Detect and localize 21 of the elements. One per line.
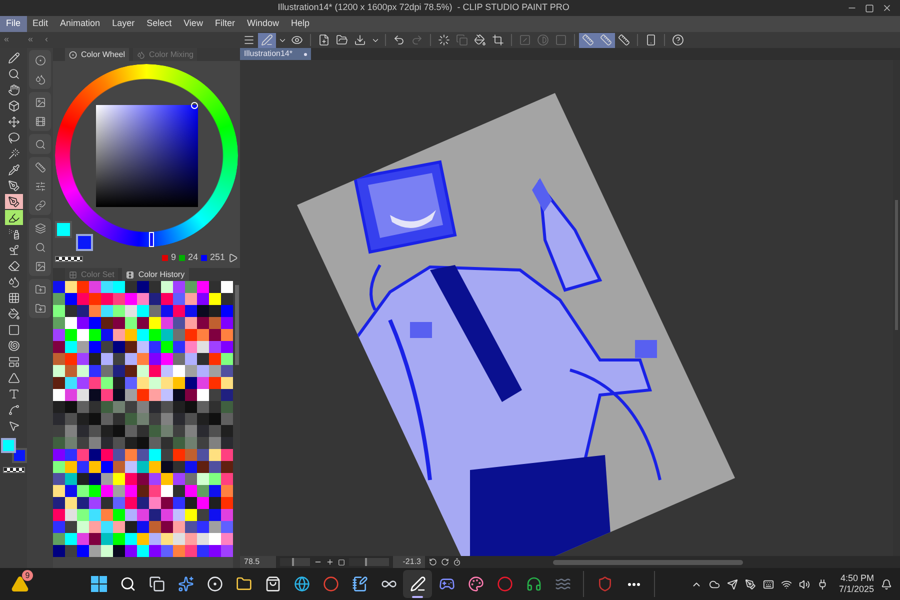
zoom-field[interactable]: 78.5 (240, 556, 276, 568)
clock-date[interactable]: 7/1/2025 (838, 584, 874, 595)
document-tab[interactable]: Illustration14* (240, 48, 312, 60)
channel-value: 9 (170, 251, 176, 264)
rotation-field[interactable]: -21.3 (393, 556, 425, 568)
window-title: Illustration14* (1200 x 1600px 72dpi 78.5%) - CLIP STUDIO PAINT PRO (278, 1, 570, 14)
panel-tab[interactable]: Color Wheel (65, 48, 130, 61)
notification-badge: 9 (22, 570, 33, 581)
menu-item[interactable]: Select (140, 16, 178, 32)
panel-tab[interactable]: Color History (122, 268, 189, 281)
menu-item[interactable]: Help (284, 16, 316, 32)
menu-item[interactable]: File (0, 16, 27, 32)
menu-item[interactable]: Edit (26, 16, 54, 32)
menu-item[interactable]: View (178, 16, 209, 32)
channel-value: 251 (210, 251, 225, 264)
clock-time[interactable]: 4:50 PM (840, 573, 874, 584)
menu-item[interactable]: Layer (106, 16, 141, 32)
menu-item[interactable]: Window (240, 16, 285, 32)
menu-item[interactable]: Filter (208, 16, 241, 32)
channel-value: 24 (188, 251, 198, 264)
menu-item[interactable]: Animation (54, 16, 106, 32)
